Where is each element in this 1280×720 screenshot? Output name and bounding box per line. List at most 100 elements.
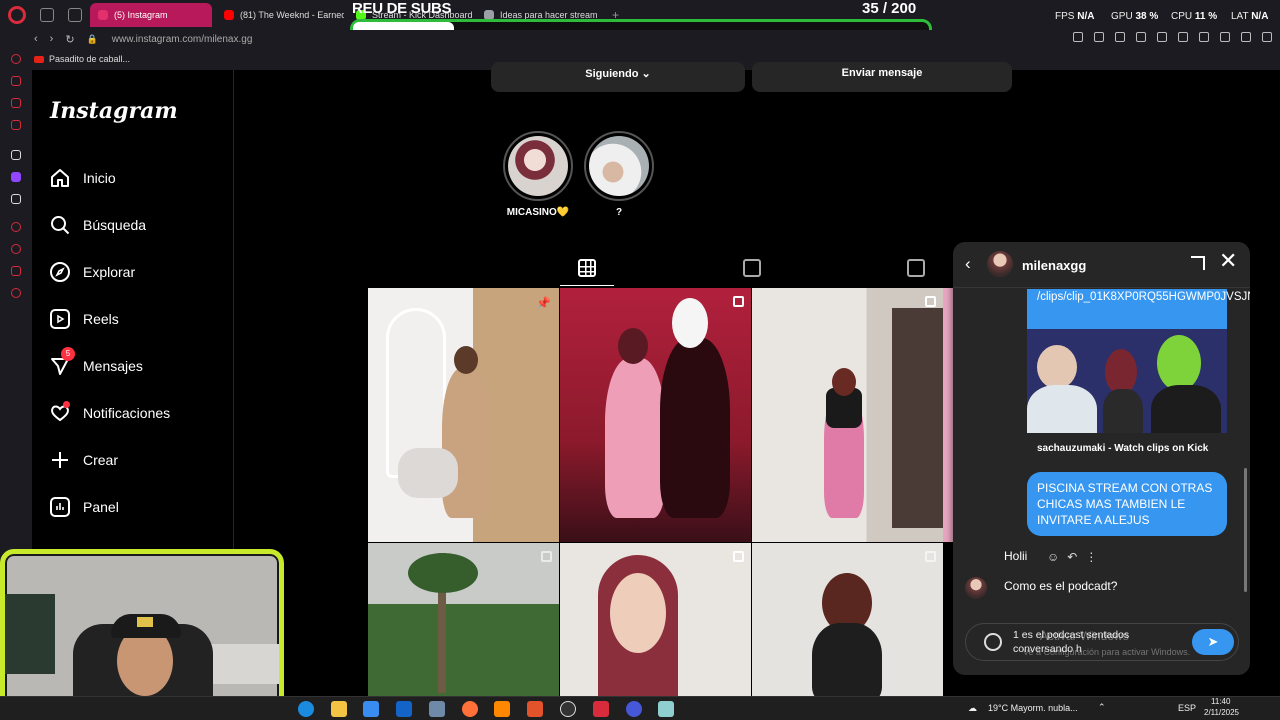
chevron-down-icon: ⌄	[641, 68, 651, 80]
send-message-button[interactable]: Enviar mensaje	[752, 62, 1012, 92]
lock-icon[interactable]: 🔒	[87, 34, 98, 45]
tab-menu-icon-2[interactable]	[68, 8, 82, 22]
notepad-icon[interactable]	[658, 701, 674, 717]
sidebar-item-explorar[interactable]: Explorar	[50, 262, 135, 282]
forward-icon[interactable]: ›	[50, 33, 54, 45]
tagged-tab-icon[interactable]	[907, 259, 925, 277]
clip-caption[interactable]: sachauzumaki - Watch clips on Kick	[1027, 433, 1227, 465]
url-field[interactable]: www.instagram.com/milenax.gg	[112, 34, 253, 45]
bookmark-item[interactable]: Pasadito de caball...	[34, 54, 130, 64]
sent-message-bubble[interactable]: PISCINA STREAM CON OTRAS CHICAS MAS TAMB…	[1027, 472, 1227, 536]
zoom-icon[interactable]	[1073, 32, 1083, 42]
emoji-icon[interactable]	[984, 633, 1002, 651]
highlight-micasino[interactable]: MICASINO💛	[503, 131, 573, 218]
settings-icon[interactable]	[11, 288, 21, 298]
tab-youtube[interactable]: (81) The Weeknd - Earned	[216, 3, 344, 27]
twitch-icon[interactable]	[11, 172, 21, 182]
profile-icon[interactable]	[1220, 32, 1230, 42]
store-icon[interactable]	[363, 701, 379, 717]
more-options-icon[interactable]: ⋮	[1085, 550, 1097, 564]
file-explorer-icon[interactable]	[331, 701, 347, 717]
sidebar-item-reels[interactable]: Reels	[50, 309, 119, 329]
history-icon[interactable]	[11, 222, 21, 232]
post-thumbnail[interactable]	[560, 288, 751, 542]
app-icon[interactable]	[429, 701, 445, 717]
dm-username[interactable]: milenaxgg	[1022, 258, 1086, 273]
post-thumbnail[interactable]: 📌	[368, 288, 559, 542]
received-message-2[interactable]: Como es el podcadt?	[1004, 579, 1118, 593]
grid-tab-icon[interactable]	[578, 259, 596, 277]
avatar[interactable]	[965, 577, 987, 599]
download-icon[interactable]	[1241, 32, 1251, 42]
following-button[interactable]: Siguiendo ⌄	[491, 62, 745, 92]
reply-icon[interactable]: ↶	[1067, 550, 1077, 564]
outlook-icon[interactable]	[396, 701, 412, 717]
vlc-icon[interactable]	[494, 701, 510, 717]
post-thumbnail[interactable]	[752, 543, 943, 696]
sidebar-item-mensajes[interactable]: 5 Mensajes	[50, 347, 143, 376]
post-thumbnail[interactable]	[560, 543, 751, 696]
tray-chevron-icon[interactable]: ⌃	[1098, 702, 1106, 713]
x-icon[interactable]	[11, 194, 21, 204]
clock-time[interactable]: 11:40	[1211, 697, 1230, 706]
extensions-icon[interactable]	[1199, 32, 1209, 42]
highlight-question[interactable]: ?	[584, 131, 654, 218]
snapshot-icon[interactable]	[1115, 32, 1125, 42]
heart-sidebar-icon[interactable]	[11, 266, 21, 276]
tab-instagram[interactable]: (5) Instagram	[90, 3, 212, 27]
clock-icon[interactable]	[11, 244, 21, 254]
sidebar-item-crear[interactable]: Crear	[50, 450, 118, 470]
post-thumbnail[interactable]	[752, 288, 943, 542]
close-icon[interactable]: ✕	[1219, 250, 1237, 272]
avatar[interactable]	[987, 251, 1013, 277]
post-thumbnail[interactable]	[943, 288, 953, 542]
opera-ai-icon[interactable]	[11, 54, 21, 64]
opera-logo-icon[interactable]	[8, 6, 26, 24]
play-icon[interactable]	[1157, 32, 1167, 42]
weather-icon[interactable]: ☁	[968, 703, 977, 714]
scrollbar-thumb[interactable]	[1244, 468, 1247, 592]
received-message-1[interactable]: Holii	[1004, 549, 1028, 563]
obs-icon[interactable]	[560, 701, 576, 717]
sidebar-item-busqueda[interactable]: Búsqueda	[50, 215, 146, 235]
clip-url[interactable]: /clips/clip_01K8XP0RQ55HGWMP0JVSJNDZ9Y	[1037, 289, 1250, 306]
shield-icon[interactable]	[1136, 32, 1146, 42]
clock-date[interactable]: 2/11/2025	[1204, 708, 1239, 717]
opera-gx-icon[interactable]	[593, 701, 609, 717]
send-button[interactable]: ➤	[1192, 629, 1234, 655]
discord-icon[interactable]	[626, 701, 642, 717]
palm-leaves	[408, 553, 478, 593]
sidebar-item-panel[interactable]: Panel	[50, 497, 119, 517]
heart-icon[interactable]	[1178, 32, 1188, 42]
shared-clip-message[interactable]: /clips/clip_01K8XP0RQ55HGWMP0JVSJNDZ9Y s…	[1027, 289, 1250, 465]
tab-menu-icon[interactable]	[40, 8, 54, 22]
instagram-favicon-icon	[98, 10, 108, 20]
reload-icon[interactable]: ↻	[65, 33, 74, 46]
ghostface-mask	[672, 298, 708, 348]
language-indicator[interactable]: ESP	[1178, 703, 1196, 713]
post-thumbnail[interactable]	[368, 543, 559, 696]
react-emoji-icon[interactable]: ☺	[1047, 550, 1059, 564]
search-icon	[50, 215, 70, 235]
expand-icon[interactable]	[1191, 256, 1205, 270]
weather-text[interactable]: 19°C Mayorm. nubla...	[988, 703, 1078, 713]
edge-icon[interactable]	[298, 701, 314, 717]
git-icon[interactable]	[527, 701, 543, 717]
sidebar-item-inicio[interactable]: Inicio	[50, 168, 116, 188]
reels-tab-icon[interactable]	[743, 259, 761, 277]
opera-workspace-icon[interactable]	[11, 76, 21, 86]
carousel-icon	[925, 551, 936, 562]
carousel-icon	[541, 551, 552, 562]
chevron-left-icon[interactable]: ‹	[965, 254, 971, 274]
opera-messenger-icon[interactable]	[11, 98, 21, 108]
back-icon[interactable]: ‹	[34, 33, 38, 45]
pin-icon[interactable]	[1094, 32, 1104, 42]
opera-whatsapp-icon[interactable]	[11, 120, 21, 130]
sidebar-item-notificaciones[interactable]: Notificaciones	[50, 401, 170, 423]
clip-preview-image[interactable]	[1027, 329, 1227, 433]
firefox-icon[interactable]	[462, 701, 478, 717]
instagram-logo[interactable]: Instagram	[50, 98, 178, 124]
dm-scrollbar[interactable]	[1243, 292, 1248, 602]
menu-icon[interactable]	[1262, 32, 1272, 42]
opera-arc-icon[interactable]	[11, 150, 21, 160]
